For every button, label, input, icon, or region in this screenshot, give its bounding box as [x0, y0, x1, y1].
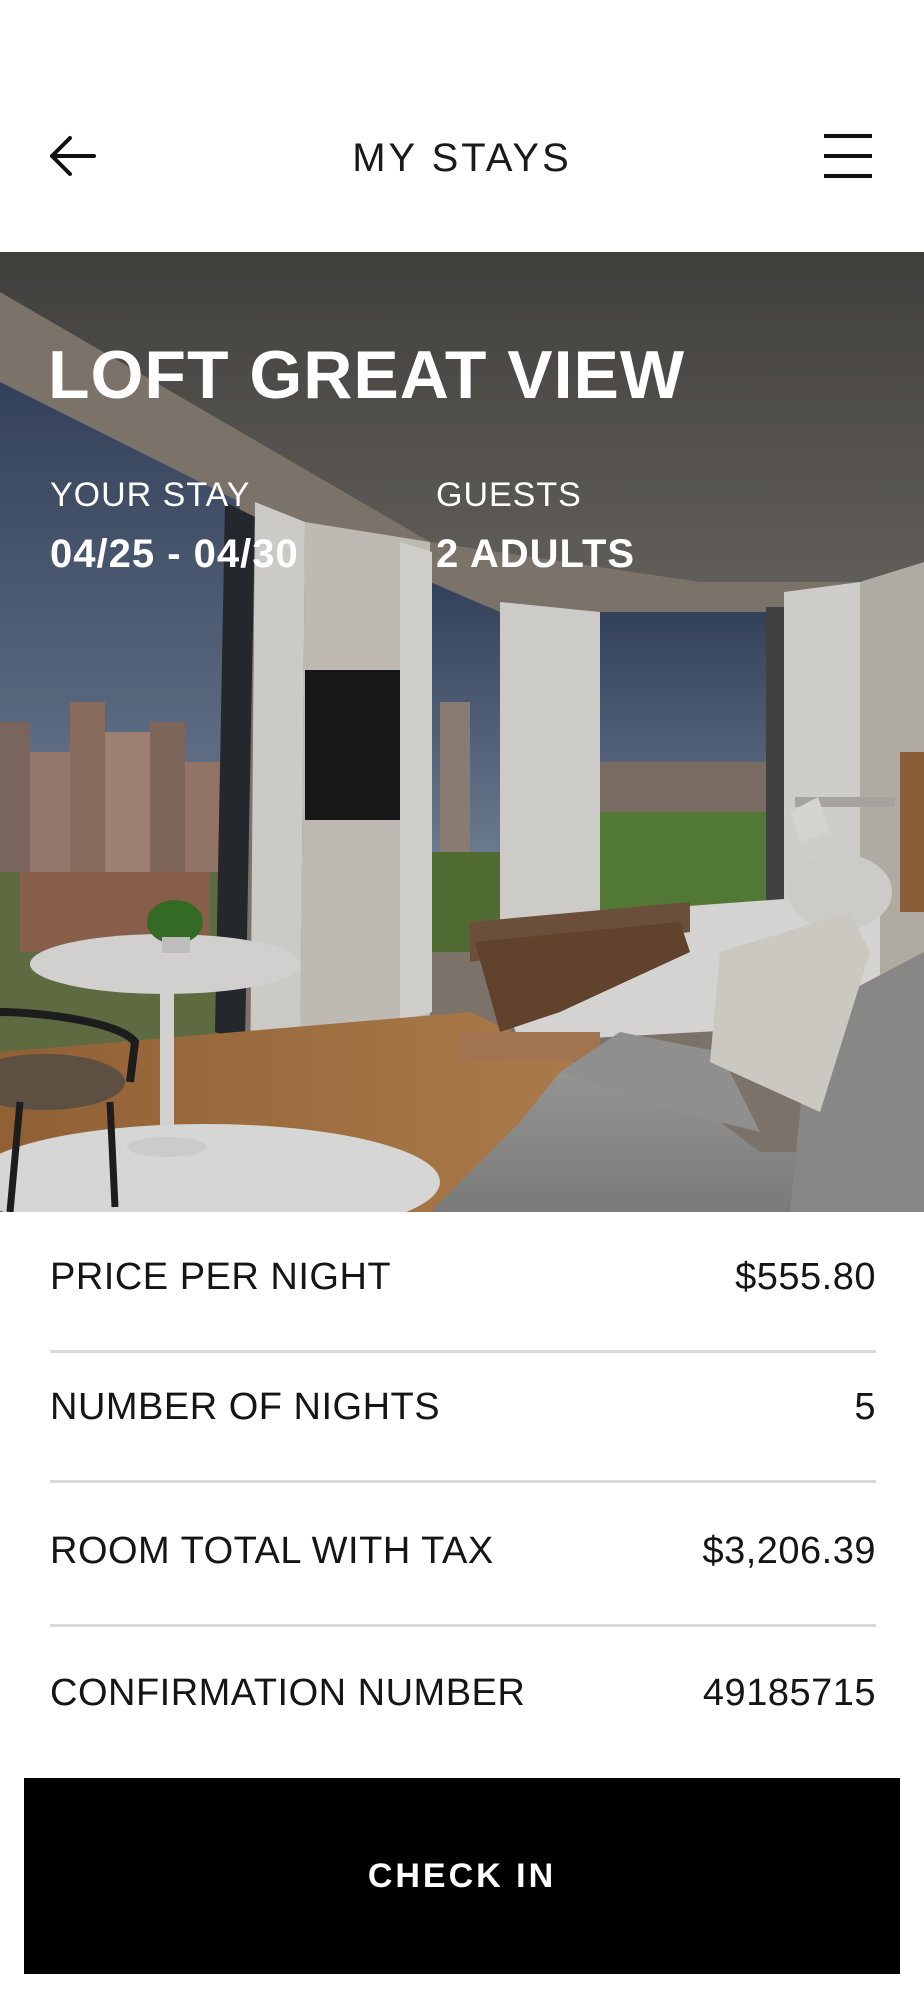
- detail-row-confirmation-number: CONFIRMATION NUMBER 49185715: [50, 1628, 876, 1758]
- detail-label: ROOM TOTAL WITH TAX: [50, 1529, 494, 1572]
- detail-label: CONFIRMATION NUMBER: [50, 1671, 526, 1714]
- stay-dates: 04/25 - 04/30: [50, 532, 299, 576]
- hamburger-menu-icon: [824, 134, 872, 178]
- detail-value: $3,206.39: [702, 1529, 876, 1572]
- detail-value: 5: [854, 1385, 876, 1428]
- detail-value: 49185715: [702, 1671, 876, 1714]
- guests-label: GUESTS: [436, 476, 582, 514]
- divider: [50, 1480, 876, 1483]
- detail-value: $555.80: [735, 1255, 876, 1298]
- detail-row-number-of-nights: NUMBER OF NIGHTS 5: [50, 1342, 876, 1472]
- divider: [50, 1624, 876, 1627]
- detail-label: PRICE PER NIGHT: [50, 1255, 392, 1298]
- room-name: LOFT GREAT VIEW: [48, 337, 686, 413]
- stay-label: YOUR STAY: [50, 476, 251, 514]
- top-app-bar: MY STAYS: [0, 0, 924, 252]
- guests-value: 2 ADULTS: [436, 532, 636, 576]
- detail-label: NUMBER OF NIGHTS: [50, 1385, 441, 1428]
- page-title: MY STAYS: [352, 136, 572, 180]
- check-in-button[interactable]: CHECK IN: [24, 1778, 900, 1974]
- menu-button[interactable]: [820, 128, 876, 184]
- room-hero-image: LOFT GREAT VIEW YOUR STAY 04/25 - 04/30 …: [0, 252, 924, 1212]
- detail-row-room-total: ROOM TOTAL WITH TAX $3,206.39: [50, 1486, 876, 1616]
- detail-row-price-per-night: PRICE PER NIGHT $555.80: [50, 1212, 876, 1342]
